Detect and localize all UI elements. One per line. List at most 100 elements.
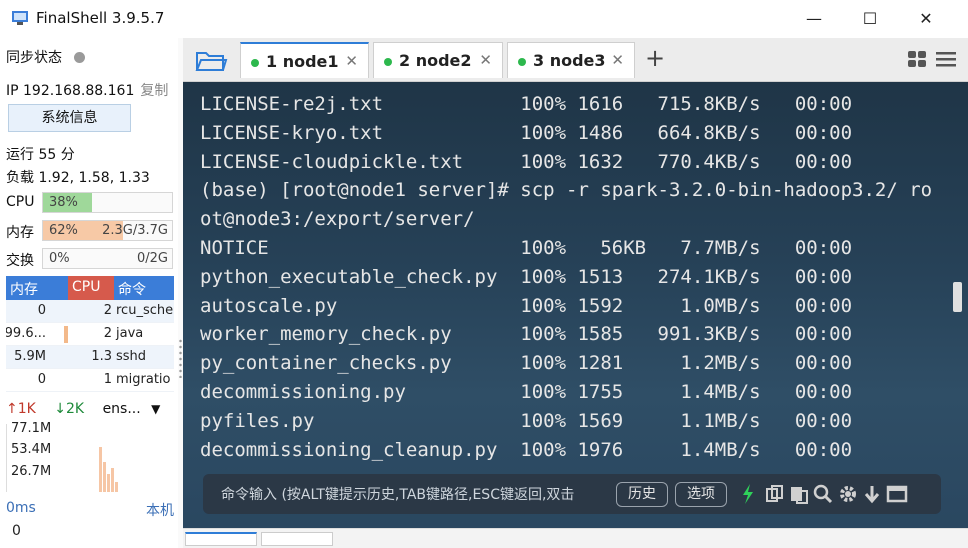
add-tab-button[interactable]: + [645, 44, 665, 72]
connected-status-icon [384, 58, 392, 66]
process-row[interactable]: 0 2 rcu_sche [6, 300, 174, 323]
terminal-line: (base) [root@node1 server]# scp -r spark… [200, 179, 933, 202]
chevron-down-icon[interactable]: ▼ [151, 402, 160, 416]
process-mem: 399.6... [6, 326, 46, 341]
process-row[interactable]: 5.9M 1.3 sshd [6, 346, 174, 369]
splitter-grip-icon [179, 338, 182, 378]
cpu-meter: 38% [42, 192, 173, 213]
minimize-button[interactable]: — [791, 2, 837, 36]
net-chart-label: 53.4M [11, 442, 52, 457]
process-cmd: sshd [116, 349, 147, 364]
tab-label: 2 node2 [399, 51, 472, 70]
close-tab-icon[interactable]: ✕ [611, 51, 624, 69]
load-average: 负载 1.92, 1.58, 1.33 [6, 170, 150, 186]
latency-axis-value: 0 [12, 523, 21, 539]
swap-detail: 0/2G [137, 251, 168, 266]
history-button[interactable]: 历史 [616, 482, 668, 507]
close-tab-icon[interactable]: ✕ [479, 51, 492, 69]
process-row[interactable]: 0 1 migratio [6, 369, 174, 392]
tab-node1[interactable]: 1 node1 ✕ [240, 42, 369, 78]
bottom-tab[interactable] [185, 532, 257, 546]
terminal-line: NOTICE 100% 56KB 7.7MB/s 00:00 [200, 236, 853, 259]
terminal-line: LICENSE-cloudpickle.txt 100% 1632 770.4K… [200, 150, 853, 173]
close-tab-icon[interactable]: ✕ [345, 52, 358, 70]
swap-meter: 0% 0/2G [42, 248, 173, 269]
net-chart-spike [111, 468, 114, 492]
net-chart-spike [107, 474, 110, 492]
close-button[interactable]: ✕ [903, 2, 949, 36]
net-chart-spike [99, 447, 102, 492]
swap-label: 交换 [6, 253, 34, 269]
connected-status-icon [251, 59, 259, 67]
terminal-line: pyfiles.py 100% 1569 1.1MB/s 00:00 [200, 409, 853, 432]
network-interface-select[interactable]: ens... [103, 401, 141, 417]
folder-icon[interactable] [191, 46, 229, 74]
process-row[interactable]: 399.6... 2 java [6, 323, 174, 346]
cpu-label: CPU [6, 194, 35, 210]
process-cpu: 2 [103, 303, 112, 318]
process-cpu: 1 [103, 372, 112, 387]
search-icon[interactable] [813, 484, 833, 504]
command-input-bar: 命令输入 (按ALT键提示历史,TAB键路径,ESC键返回,双击 历史 选项 [203, 474, 941, 514]
process-cmd: java [116, 326, 144, 341]
network-row: ↑1K ↓2K ens... ▼ [6, 401, 160, 417]
terminal-line: decommissioning_cleanup.py 100% 1976 1.4… [200, 438, 853, 461]
terminal-area[interactable]: LICENSE-re2j.txt 100% 1616 715.8KB/s 00:… [183, 82, 968, 528]
arrow-down-icon[interactable] [863, 484, 881, 504]
swap-percent: 0% [49, 251, 70, 266]
tab-node2[interactable]: 2 node2 ✕ [373, 42, 503, 78]
upload-rate: ↑1K [6, 401, 36, 417]
terminal-line: worker_memory_check.py 100% 1585 991.3KB… [200, 323, 853, 346]
maximize-button[interactable]: ☐ [847, 2, 893, 36]
options-button[interactable]: 选项 [675, 482, 727, 507]
latency-value: 0ms [6, 500, 36, 516]
process-mem: 0 [37, 303, 46, 318]
sync-status-label: 同步状态 [6, 50, 62, 66]
system-info-button[interactable]: 系统信息 [8, 104, 131, 132]
terminal-line: LICENSE-kryo.txt 100% 1486 664.8KB/s 00:… [200, 121, 853, 144]
process-cmd: rcu_sche [116, 303, 174, 318]
terminal-scrollbar-thumb[interactable] [953, 282, 962, 312]
net-chart-label: 26.7M [11, 464, 52, 479]
column-cpu[interactable]: CPU [68, 276, 114, 300]
sync-status-dot-icon [74, 52, 85, 63]
title-bar: FinalShell 3.9.5.7 — ☐ ✕ [0, 0, 968, 38]
column-memory[interactable]: 内存 [10, 279, 38, 299]
net-chart-spike [115, 482, 118, 492]
gear-icon[interactable] [838, 484, 858, 504]
sync-status: 同步状态 [6, 47, 85, 67]
ip-address: IP 192.168.88.161 [6, 83, 135, 99]
copy-icon[interactable] [765, 484, 785, 504]
tab-node3[interactable]: 3 node3 ✕ [507, 42, 635, 78]
terminal-output: LICENSE-re2j.txt 100% 1616 715.8KB/s 00:… [200, 90, 932, 464]
process-cpu: 1.3 [91, 349, 112, 364]
session-tab-bar: 1 node1 ✕ 2 node2 ✕ 3 node3 ✕ + [183, 38, 968, 82]
finalshell-app-icon [12, 11, 28, 25]
system-monitor-panel: 同步状态 IP 192.168.88.161 复制 系统信息 运行 55 分 负载… [0, 38, 178, 548]
process-mem: 5.9M [14, 349, 46, 364]
window-icon[interactable] [886, 484, 908, 504]
latency-row: 0ms 本机 [6, 500, 174, 519]
terminal-line: ot@node3:/export/server/ [200, 208, 475, 231]
terminal-line: LICENSE-re2j.txt 100% 1616 715.8KB/s 00:… [200, 93, 853, 115]
memory-meter: 62% 2.3G/3.7G [42, 220, 173, 241]
tab-label: 3 node3 [533, 51, 606, 70]
terminal-line: decommissioning.py 100% 1755 1.4MB/s 00:… [200, 380, 853, 403]
paste-icon[interactable] [789, 484, 809, 504]
latency-host[interactable]: 本机 [146, 500, 174, 520]
ip-row: IP 192.168.88.161 复制 [6, 80, 168, 100]
copy-ip-link[interactable]: 复制 [140, 83, 168, 99]
menu-icon[interactable] [935, 50, 957, 68]
process-cmd: migratio [116, 372, 171, 387]
process-table-header: 内存 CPU 命令 [6, 276, 174, 300]
bottom-tab[interactable] [261, 532, 333, 546]
bottom-tab-strip [183, 528, 968, 548]
memory-detail: 2.3G/3.7G [102, 223, 168, 238]
column-command[interactable]: 命令 [118, 279, 146, 299]
process-cpu: 2 [103, 326, 112, 341]
terminal-line: py_container_checks.py 100% 1281 1.2MB/s… [200, 352, 853, 375]
memory-label: 内存 [6, 225, 34, 241]
command-input[interactable]: 命令输入 (按ALT键提示历史,TAB键路径,ESC键返回,双击 [221, 484, 613, 504]
grid-view-icon[interactable] [907, 50, 927, 68]
lightning-icon[interactable] [741, 484, 755, 504]
